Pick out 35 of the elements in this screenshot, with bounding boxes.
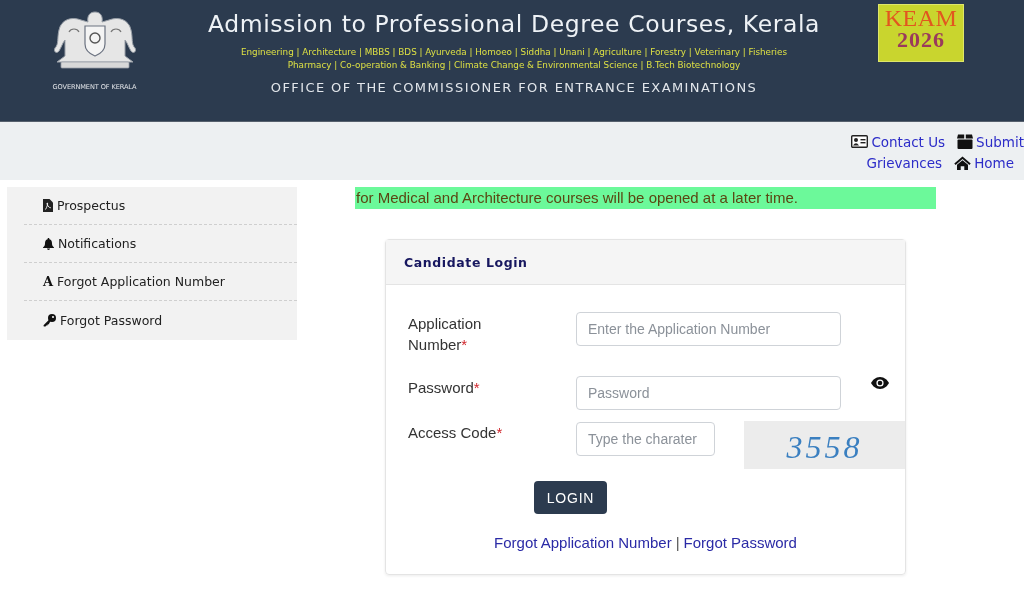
text-input[interactable]: Enter the Application Number	[576, 312, 841, 346]
font-icon: A	[43, 275, 54, 288]
id-card-icon	[851, 135, 869, 148]
key-icon	[43, 313, 56, 327]
office-subtitle: OFFICE OF THE COMMISSIONER FOR ENTRANCE EXAMINATIONS	[270, 80, 758, 95]
link-separator: |	[675, 533, 680, 553]
captcha-image: 3558	[744, 421, 905, 469]
course-list: Engineering | Architecture | MBBS | BDS | Ayurveda | Homoeo | Siddha | Unani | Agriculture | Forestry | Veterinary | Fisheries	[240, 46, 788, 59]
box-icon	[957, 134, 974, 149]
code-input[interactable]: Type the charater	[576, 422, 715, 456]
course-list: Pharmacy | Co-operation & Banking | Climate Change & Environmental Science | B.Tech Biotechnology	[287, 59, 741, 72]
pdf-file-icon	[43, 199, 53, 212]
field-label: Application Number*	[408, 314, 483, 355]
bell-icon	[43, 237, 54, 250]
password-input[interactable]: Password	[576, 376, 841, 410]
sidebar-item[interactable]: Notifications	[24, 225, 297, 263]
eye-icon[interactable]	[871, 377, 889, 389]
nav-link[interactable]: Submit	[957, 133, 1024, 150]
home-icon	[954, 155, 972, 170]
forgot-link[interactable]: Forgot Password	[683, 533, 797, 553]
notice-banner: for Medical and Architecture courses will be opened at a later time.	[355, 187, 936, 209]
forgot-link[interactable]: Forgot Application Number	[494, 533, 672, 553]
nav-link[interactable]: Home	[954, 154, 1014, 171]
logo-year: 2026	[897, 29, 945, 51]
nav-link[interactable]: Contact Us	[851, 133, 946, 150]
field-label: Password*	[408, 378, 481, 398]
sidebar-item[interactable]: Prospectus	[24, 187, 297, 225]
field-label: Access Code*	[408, 423, 504, 443]
card-title: Candidate Login	[404, 254, 528, 270]
sidebar-item[interactable]: Forgot Password	[24, 301, 297, 339]
site-title: Admission to Professional Degree Courses, Kerala	[207, 9, 821, 39]
login-button[interactable]: LOGIN	[534, 481, 607, 514]
nav-link[interactable]: Grievances	[866, 154, 943, 171]
sidebar-item[interactable]: A Forgot Application Number	[24, 263, 297, 301]
logo-title: KEAM	[884, 7, 958, 29]
